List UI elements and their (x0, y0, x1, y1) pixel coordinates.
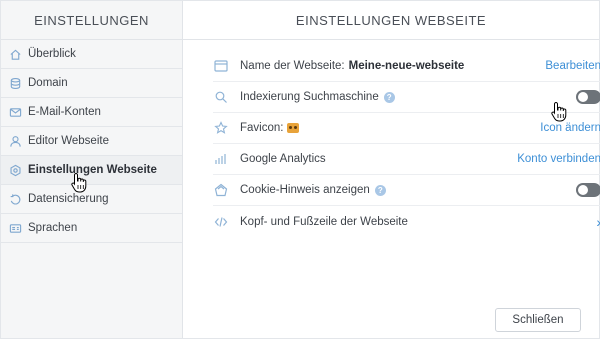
code-icon (213, 214, 229, 230)
row-search-indexing: Indexierung Suchmaschine ? (213, 82, 600, 113)
sidebar-item-label: Datensicherung (28, 193, 109, 205)
sidebar-item-label: Überblick (28, 48, 76, 60)
sidebar-item-label: Sprachen (28, 222, 78, 234)
cookie-notice-label: Cookie-Hinweis anzeigen (240, 184, 370, 196)
change-icon-link[interactable]: Icon ändern (540, 122, 600, 134)
star-icon (213, 120, 229, 136)
row-google-analytics: Google Analytics Konto verbinden (213, 144, 600, 175)
sidebar-item-datensicherung[interactable]: Datensicherung (1, 185, 182, 214)
row-header-footer[interactable]: Kopf- und Fußzeile der Webseite › (213, 206, 600, 237)
chevron-right-icon[interactable]: › (596, 214, 600, 230)
google-analytics-label: Google Analytics (240, 153, 326, 165)
sidebar-item-editor-webseite[interactable]: Editor Webseite (1, 127, 182, 156)
row-favicon: Favicon: Icon ändern (213, 113, 600, 144)
settings-dialog: EINSTELLUNGEN Überblick Domain E-Mail-Ko… (0, 0, 600, 339)
help-icon[interactable]: ? (383, 91, 395, 103)
sidebar-item-email-konten[interactable]: E-Mail-Konten (1, 98, 182, 127)
sidebar-item-sprachen[interactable]: Sprachen (1, 214, 182, 243)
sidebar: EINSTELLUNGEN Überblick Domain E-Mail-Ko… (1, 1, 183, 338)
row-cookie-notice: Cookie-Hinweis anzeigen ? (213, 175, 600, 206)
home-icon (8, 47, 22, 61)
header-footer-label: Kopf- und Fußzeile der Webseite (240, 215, 408, 228)
sidebar-item-domain[interactable]: Domain (1, 69, 182, 98)
sidebar-title: EINSTELLUNGEN (1, 1, 182, 40)
row-website-name: Name der Webseite: Meine-neue-webseite B… (213, 51, 600, 82)
settings-list: Name der Webseite: Meine-neue-webseite B… (213, 51, 600, 237)
sidebar-item-label: Domain (28, 77, 68, 89)
edit-name-link[interactable]: Bearbeiten (545, 60, 600, 72)
main-panel: EINSTELLUNGEN WEBSEITE Name der Webseite… (183, 1, 600, 338)
favicon-label: Favicon: (240, 122, 284, 134)
gear-icon (8, 163, 22, 177)
bar-chart-icon (213, 151, 229, 167)
connect-account-link[interactable]: Konto verbinden (517, 153, 600, 165)
sidebar-item-label: Editor Webseite (28, 135, 109, 147)
language-icon (8, 221, 22, 235)
page-title: EINSTELLUNGEN WEBSEITE (183, 1, 599, 40)
search-indexing-label: Indexierung Suchmaschine (240, 91, 379, 103)
favicon-preview-icon (287, 123, 300, 133)
cookie-notice-toggle[interactable] (576, 183, 600, 197)
sidebar-item-ueberblick[interactable]: Überblick (1, 40, 182, 69)
search-icon (213, 89, 229, 105)
website-name-value: Meine-neue-webseite (348, 60, 465, 72)
close-button[interactable]: Schließen (495, 308, 581, 332)
sidebar-item-label: Einstellungen Webseite (28, 164, 157, 176)
backup-icon (8, 192, 22, 206)
user-icon (8, 134, 22, 148)
mail-icon (8, 105, 22, 119)
browser-window-icon (213, 58, 229, 74)
sidebar-item-label: E-Mail-Konten (28, 106, 101, 118)
database-icon (8, 76, 22, 90)
cookie-icon (213, 182, 229, 198)
search-indexing-toggle[interactable] (576, 90, 600, 104)
sidebar-item-einstellungen-webseite[interactable]: Einstellungen Webseite (1, 156, 182, 185)
help-icon[interactable]: ? (374, 184, 386, 196)
website-name-label: Name der Webseite: (240, 60, 345, 72)
